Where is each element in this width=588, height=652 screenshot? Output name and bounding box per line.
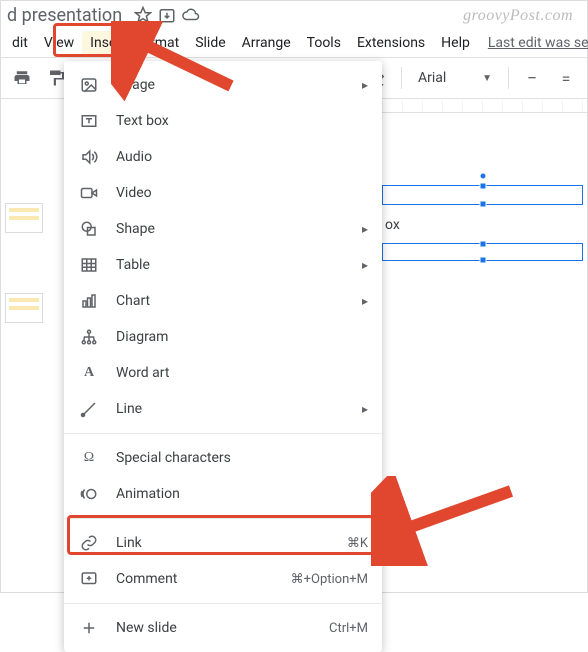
menu-insert[interactable]: Insert <box>82 31 134 55</box>
menubar: dit View Insert ormat Slide Arrange Tool… <box>1 29 587 57</box>
font-name: Arial <box>418 70 446 86</box>
font-select[interactable]: Arial ▼ <box>412 64 498 92</box>
menu-item-shape[interactable]: Shape ▸ <box>64 211 382 247</box>
menu-item-audio[interactable]: Audio <box>64 139 382 175</box>
menu-label: Audio <box>116 149 368 165</box>
menu-item-special-chars[interactable]: Ω Special characters <box>64 440 382 476</box>
menu-label: Shape <box>116 221 354 237</box>
line-icon <box>78 398 100 420</box>
plus-icon <box>78 617 100 639</box>
menu-label: Table <box>116 257 354 273</box>
wordart-icon: A <box>78 362 100 384</box>
last-edit-link[interactable]: Last edit was sec <box>488 35 588 51</box>
shortcut: ⌘+Option+M <box>291 572 368 587</box>
menu-label: Comment <box>116 571 283 587</box>
chevron-right-icon: ▸ <box>362 222 368 236</box>
menu-item-wordart[interactable]: A Word art <box>64 355 382 391</box>
menu-item-comment[interactable]: Comment ⌘+Option+M <box>64 561 382 597</box>
menu-separator <box>64 518 382 519</box>
menu-label: Text box <box>116 113 368 129</box>
audio-icon <box>78 146 100 168</box>
slide-thumbnail[interactable] <box>5 203 43 233</box>
slide-thumbnail[interactable] <box>5 293 43 323</box>
video-icon <box>78 182 100 204</box>
menu-slide[interactable]: Slide <box>187 31 233 55</box>
menu-label: New slide <box>116 620 321 636</box>
menu-item-new-slide[interactable]: New slide Ctrl+M <box>64 610 382 646</box>
link-icon <box>78 532 100 554</box>
comment-icon <box>78 568 100 590</box>
menu-label: Link <box>116 535 339 551</box>
menu-item-table[interactable]: Table ▸ <box>64 247 382 283</box>
move-icon[interactable] <box>156 4 178 26</box>
chevron-right-icon: ▸ <box>362 294 368 308</box>
table-icon <box>78 254 100 276</box>
toolbar-separator <box>401 67 402 89</box>
insert-menu-dropdown: Image ▸ Text box Audio Video Shape ▸ Tab… <box>64 61 382 652</box>
menu-label: Image <box>116 77 354 93</box>
motion-icon <box>78 483 100 505</box>
selected-textbox[interactable] <box>382 185 583 205</box>
menu-label: Animation <box>116 486 368 502</box>
decrease-button[interactable]: − <box>519 65 545 91</box>
menu-label: Special characters <box>116 450 368 466</box>
size-eq: = <box>553 65 579 91</box>
textbox-icon <box>78 110 100 132</box>
chevron-right-icon: ▸ <box>362 402 368 416</box>
menu-separator <box>64 603 382 604</box>
star-icon[interactable] <box>132 4 154 26</box>
diagram-icon <box>78 326 100 348</box>
chevron-right-icon: ▸ <box>362 258 368 272</box>
menu-item-image[interactable]: Image ▸ <box>64 67 382 103</box>
menu-arrange[interactable]: Arrange <box>234 31 299 55</box>
menu-item-diagram[interactable]: Diagram <box>64 319 382 355</box>
menu-separator <box>64 433 382 434</box>
print-button[interactable] <box>9 65 35 91</box>
omega-icon: Ω <box>78 447 100 469</box>
menu-item-link[interactable]: Link ⌘K <box>64 525 382 561</box>
menu-help[interactable]: Help <box>433 31 478 55</box>
menu-item-textbox[interactable]: Text box <box>64 103 382 139</box>
ruler <box>382 101 587 113</box>
selected-textbox[interactable] <box>382 243 583 261</box>
cloud-icon[interactable] <box>180 4 202 26</box>
menu-view[interactable]: View <box>36 31 82 55</box>
menu-format[interactable]: ormat <box>134 31 187 55</box>
menu-item-video[interactable]: Video <box>64 175 382 211</box>
menu-label: Video <box>116 185 368 201</box>
placeholder-text: ox <box>385 217 400 233</box>
menu-label: Word art <box>116 365 368 381</box>
image-icon <box>78 74 100 96</box>
watermark-text: groovyPost.com <box>463 7 573 25</box>
toolbar-separator <box>508 67 509 89</box>
menu-label: Chart <box>116 293 354 309</box>
chevron-right-icon: ▸ <box>362 78 368 92</box>
shortcut: ⌘K <box>347 536 368 551</box>
menu-item-line[interactable]: Line ▸ <box>64 391 382 427</box>
shortcut: Ctrl+M <box>329 621 368 636</box>
menu-item-chart[interactable]: Chart ▸ <box>64 283 382 319</box>
menu-edit[interactable]: dit <box>4 31 36 55</box>
menu-label: Line <box>116 401 354 417</box>
chevron-down-icon: ▼ <box>482 73 492 84</box>
menu-tools[interactable]: Tools <box>299 31 349 55</box>
doc-title[interactable]: d presentation <box>7 5 122 26</box>
menu-extensions[interactable]: Extensions <box>349 31 433 55</box>
menu-item-animation[interactable]: Animation <box>64 476 382 512</box>
chart-icon <box>78 290 100 312</box>
shape-icon <box>78 218 100 240</box>
menu-label: Diagram <box>116 329 368 345</box>
